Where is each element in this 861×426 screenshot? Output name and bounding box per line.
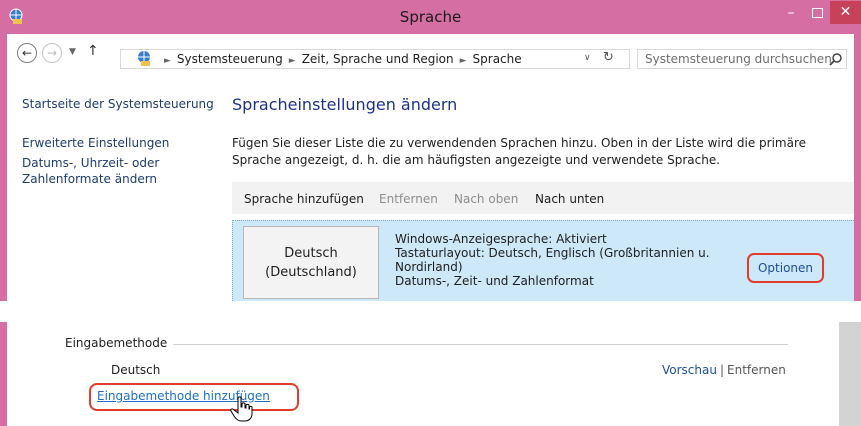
window-border-left — [0, 34, 7, 301]
sidebar-item-advanced-settings[interactable]: Erweiterte Einstellungen — [22, 135, 222, 151]
link-separator: | — [719, 363, 725, 377]
display-language-status: Windows-Anzeigesprache: Aktiviert — [395, 232, 607, 246]
close-button[interactable]: ✕ — [830, 1, 861, 24]
preview-link[interactable]: Vorschau — [662, 363, 717, 377]
up-button[interactable]: ↑ — [87, 43, 99, 59]
breadcrumb-item[interactable]: Systemsteuerung — [177, 52, 283, 66]
remove-language-button[interactable]: Entfernen — [379, 192, 438, 206]
breadcrumb-separator-icon: ► — [288, 56, 296, 66]
refresh-icon[interactable]: ↻ — [603, 50, 614, 65]
page-title: Spracheinstellungen ändern — [232, 95, 458, 114]
maximize-icon — [812, 8, 823, 18]
window-border-left — [0, 322, 7, 426]
recent-locations-chevron-icon[interactable]: ▼ — [69, 47, 76, 57]
breadcrumb-separator-icon: ► — [164, 56, 171, 66]
language-region: (Deutschland) — [265, 265, 357, 280]
language-details: Windows-Anzeigesprache: Aktiviert Tastat… — [395, 232, 725, 288]
search-placeholder: Systemsteuerung durchsuchen — [645, 52, 832, 66]
sidebar-item-date-format[interactable]: Datums-, Uhrzeit- oder Zahlenformate änd… — [22, 155, 192, 187]
back-button[interactable]: ← — [17, 43, 37, 63]
minimize-button[interactable]: – — [778, 4, 804, 24]
input-method-actions: Vorschau | Entfernen — [662, 363, 786, 377]
move-up-button[interactable]: Nach oben — [454, 192, 518, 206]
input-method-section-title: Eingabemethode — [65, 336, 174, 350]
window-border-right — [854, 34, 861, 301]
section-divider — [65, 344, 788, 345]
options-link[interactable]: Optionen — [747, 253, 824, 283]
sidebar-item-home[interactable]: Startseite der Systemsteuerung — [22, 96, 222, 112]
input-method-language: Deutsch — [111, 363, 161, 377]
remove-input-method-link[interactable]: Entfernen — [727, 363, 786, 377]
forward-button[interactable]: → — [42, 43, 62, 63]
add-language-button[interactable]: Sprache hinzufügen — [244, 192, 364, 206]
maximize-button[interactable] — [805, 4, 829, 24]
scrollbar[interactable] — [839, 322, 861, 426]
control-panel-icon — [138, 51, 150, 66]
language-name: Deutsch — [284, 246, 338, 261]
breadcrumb-item[interactable]: Zeit, Sprache und Region — [302, 52, 454, 66]
breadcrumb-item[interactable]: Sprache — [473, 52, 522, 66]
address-dropdown-icon[interactable]: ∨ — [584, 53, 591, 63]
format-info: Datums-, Zeit- und Zahlenformat — [395, 274, 594, 288]
window-title: Sprache — [399, 8, 462, 26]
keyboard-layout-info: Tastaturlayout: Deutsch, Englisch (Großb… — [395, 246, 710, 274]
page-description: Fügen Sie dieser Liste die zu verwendend… — [232, 136, 807, 167]
breadcrumb: ► Systemsteuerung ► Zeit, Sprache und Regio… — [158, 52, 522, 66]
language-tile[interactable]: Deutsch (Deutschland) — [243, 226, 379, 299]
hand-cursor-icon — [230, 396, 253, 422]
search-icon[interactable] — [829, 52, 843, 66]
move-down-button[interactable]: Nach unten — [535, 192, 604, 206]
breadcrumb-separator-icon: ► — [459, 56, 467, 66]
